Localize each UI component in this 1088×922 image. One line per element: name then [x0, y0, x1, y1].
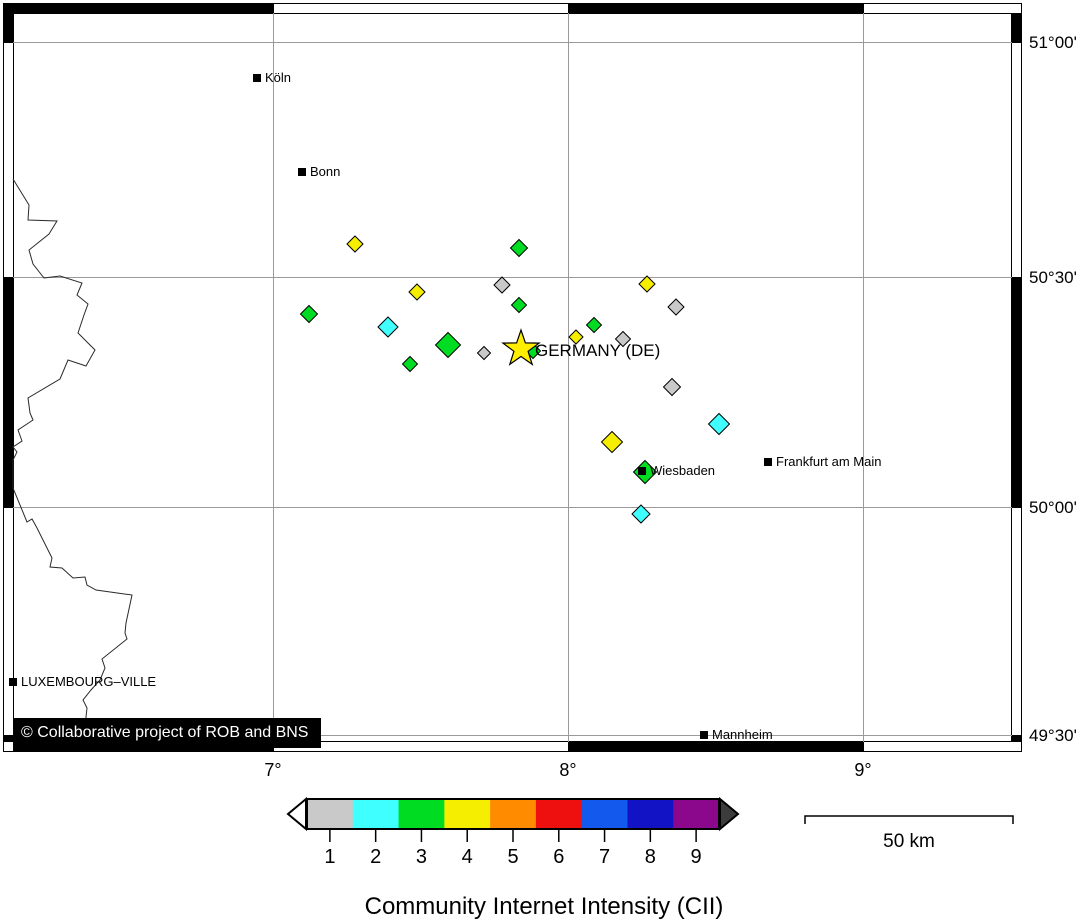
cii-intensity-map-page: 7° 8° 9° 51°00' 50°30' 50°00' 49°30' Köln Bonn Wi… — [0, 0, 1088, 922]
city-square-icon — [764, 458, 772, 466]
city-name: LUXEMBOURG–VILLE — [21, 674, 156, 689]
cii-marker-diamond — [709, 414, 730, 435]
frame-segment — [1012, 735, 1022, 742]
colorbar-left-arrow-icon — [288, 799, 306, 829]
city-name: Mannheim — [712, 727, 773, 742]
cii-marker-diamond — [587, 318, 602, 333]
colorbar-value: 4 — [452, 846, 482, 869]
copyright-bar: © Collaborative project of ROB and BNS — [13, 718, 321, 748]
city-name: Wiesbaden — [650, 463, 715, 478]
colorbar-segment — [582, 799, 628, 829]
colorbar-segment — [627, 799, 673, 829]
cii-marker-diamond — [668, 299, 684, 315]
colorbar-segment — [353, 799, 399, 829]
city-label: Köln — [253, 71, 291, 84]
colorbar-value: 6 — [544, 846, 574, 869]
city-name: Bonn — [310, 164, 340, 179]
cii-marker-diamond — [378, 317, 398, 337]
lon-label: 8° — [538, 760, 598, 781]
city-square-icon — [9, 678, 17, 686]
colorbar-segment — [444, 799, 490, 829]
cii-marker-diamond — [512, 298, 527, 313]
cii-marker-diamond — [511, 240, 528, 257]
frame-segment — [3, 3, 13, 42]
frame-segment — [1012, 277, 1022, 507]
cii-marker-diamond — [436, 333, 461, 358]
colorbar-segment — [307, 799, 353, 829]
city-square-icon — [253, 74, 261, 82]
copyright-text: © Collaborative project of ROB and BNS — [21, 724, 308, 742]
cii-marker-diamond — [409, 284, 425, 300]
colorbar-segment — [673, 799, 719, 829]
cii-marker-diamond — [347, 236, 363, 252]
city-name: Frankfurt am Main — [776, 454, 881, 469]
cii-marker-diamond — [403, 357, 418, 372]
frame-segment — [3, 735, 13, 742]
colorbar-value: 5 — [498, 846, 528, 869]
cii-marker-diamond — [494, 277, 510, 293]
colorbar-value: 7 — [590, 846, 620, 869]
city-square-icon — [638, 467, 646, 475]
country-border-line — [13, 179, 132, 742]
distance-scalebar — [805, 816, 1013, 824]
colorbar-segment — [399, 799, 445, 829]
cii-marker-diamond — [602, 432, 623, 453]
city-label: LUXEMBOURG–VILLE — [9, 675, 156, 688]
map-outer-frame — [4, 4, 1022, 752]
legend-title: Community Internet Intensity (CII) — [0, 893, 1088, 921]
cii-marker-diamond — [664, 379, 681, 396]
city-label: Mannheim — [700, 728, 773, 741]
city-square-icon — [700, 731, 708, 739]
frame-segment — [1012, 13, 1022, 42]
lon-label: 9° — [833, 760, 893, 781]
city-label: Bonn — [298, 165, 340, 178]
cii-marker-diamond — [639, 276, 655, 292]
city-square-icon — [298, 168, 306, 176]
colorbar-value: 2 — [361, 846, 391, 869]
epicenter-star — [503, 330, 539, 364]
colorbar-value: 1 — [315, 846, 345, 869]
colorbar-segment — [536, 799, 582, 829]
lat-label: 50°30' — [1029, 268, 1077, 288]
city-name: Köln — [265, 70, 291, 85]
city-label: Frankfurt am Main — [764, 455, 881, 468]
cii-marker-diamond — [301, 306, 318, 323]
cii-marker-diamond — [478, 347, 491, 360]
map-canvas — [0, 0, 1088, 922]
scalebar-label: 50 km — [859, 831, 959, 853]
lat-label: 50°00' — [1029, 498, 1077, 518]
lat-label: 51°00' — [1029, 33, 1077, 53]
colorbar-value: 3 — [406, 846, 436, 869]
city-label: Wiesbaden — [638, 464, 715, 477]
frame-segment — [568, 3, 863, 13]
colorbar-right-arrow-icon — [720, 799, 738, 829]
frame-segment — [568, 742, 863, 752]
map-inner-frame — [14, 14, 1012, 742]
frame-segment — [3, 3, 273, 13]
lon-label: 7° — [243, 760, 303, 781]
lat-label: 49°30' — [1029, 726, 1077, 746]
colorbar-segment — [490, 799, 536, 829]
epicenter-label: GERMANY (DE) — [535, 341, 660, 361]
colorbar-value: 9 — [681, 846, 711, 869]
frame-segment — [3, 277, 13, 507]
colorbar-value: 8 — [635, 846, 665, 869]
